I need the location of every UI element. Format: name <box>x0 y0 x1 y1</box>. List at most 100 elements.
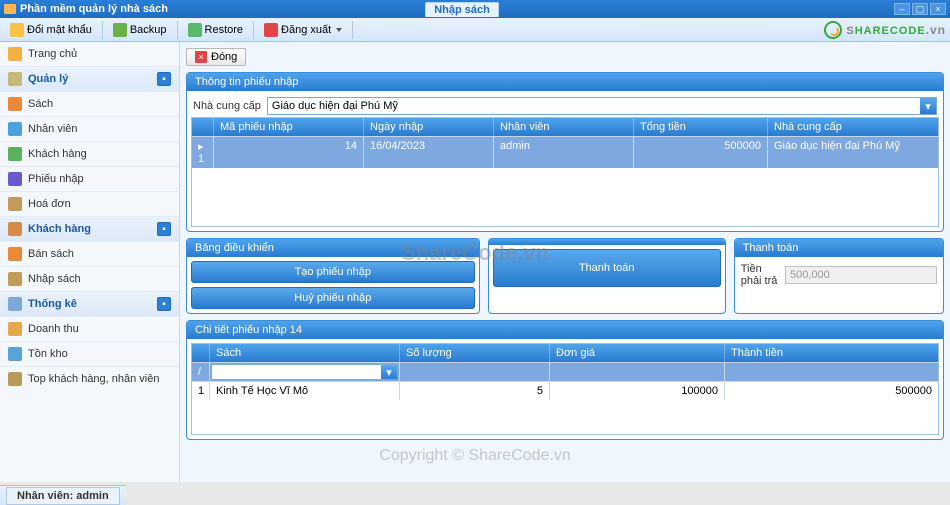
window-minimize-button[interactable]: – <box>894 3 910 15</box>
sidebar-home-label: Trang chủ <box>28 48 77 60</box>
restore-button[interactable]: Restore <box>182 21 250 39</box>
row-id: 14 <box>214 136 364 168</box>
create-import-button[interactable]: Tạo phiếu nhập <box>191 261 475 283</box>
window-restore-button[interactable]: ▢ <box>912 3 928 15</box>
sidebar-manage-label: Quản lý <box>28 73 68 85</box>
sidebar-item-customer[interactable]: Khách hàng <box>0 141 179 166</box>
input-row-lead: / <box>192 362 210 381</box>
brand-logo: SSHARECODEHARECODE.vn <box>824 21 946 39</box>
sidebar-manage-header[interactable]: Quản lý ▪ <box>0 66 179 91</box>
panel-detail-title: Chi tiết phiếu nhập 14 <box>187 321 943 339</box>
grid-header-supplier: Nhà cung cấp <box>768 118 938 136</box>
sell-icon <box>8 247 22 261</box>
logout-label: Đăng xuất <box>281 24 331 36</box>
sidebar-stats-label: Thống kê <box>28 298 77 310</box>
people-icon <box>8 222 22 236</box>
sidebar: Trang chủ Quản lý ▪ Sách Nhân viên Khách … <box>0 42 180 482</box>
restore-icon <box>188 23 202 37</box>
cancel-import-button[interactable]: Huỷ phiếu nhập <box>191 287 475 309</box>
chevron-down-icon <box>336 28 342 32</box>
status-user-cell: Nhân viên: admin <box>6 487 120 505</box>
grid-header-lead <box>192 118 214 136</box>
input-price[interactable] <box>550 362 725 381</box>
app-icon <box>4 4 16 14</box>
sidebar-item-book[interactable]: Sách <box>0 91 179 116</box>
supplier-input[interactable] <box>268 98 920 114</box>
window-titlebar: Phần mềm quản lý nhà sách Nhập sách – ▢ … <box>0 0 950 18</box>
book-input[interactable] <box>212 365 381 379</box>
grid-row-selected[interactable]: ▸ 1 14 16/04/2023 admin 500000 Giáo dục … <box>192 136 938 168</box>
amount-due-field <box>785 266 937 284</box>
backup-icon <box>113 23 127 37</box>
home-icon <box>8 47 22 61</box>
sidebar-item-stock[interactable]: Tồn kho <box>0 341 179 366</box>
detail-row-book: Kinh Tế Học Vĩ Mô <box>210 381 400 400</box>
sidebar-item-revenue[interactable]: Doanh thu <box>0 316 179 341</box>
customer-icon <box>8 147 22 161</box>
panel-payment: Thanh toán Tiền phải trả <box>734 238 944 314</box>
collapse-icon[interactable]: ▪ <box>157 297 171 311</box>
grid-header-total: Tổng tiền <box>634 118 768 136</box>
pay-button[interactable]: Thanh toán <box>493 249 721 287</box>
sidebar-home[interactable]: Trang chủ <box>0 42 179 66</box>
chevron-down-icon[interactable]: ▾ <box>381 365 397 379</box>
panel-import-info: Thông tin phiếu nhập Nhà cung cấp ▾ Mã p… <box>186 72 944 232</box>
sidebar-item-label: Hoá đơn <box>28 198 71 210</box>
sidebar-item-label: Tồn kho <box>28 348 68 360</box>
backup-label: Backup <box>130 24 167 36</box>
grid-header-staff: Nhân viên <box>494 118 634 136</box>
grid2-header-price: Đơn giá <box>550 344 725 362</box>
key-icon <box>10 23 24 37</box>
sidebar-stats-header[interactable]: Thống kê ▪ <box>0 291 179 316</box>
sidebar-item-import[interactable]: Phiếu nhập <box>0 166 179 191</box>
close-icon: × <box>195 51 207 63</box>
panel-payment-title: Thanh toán <box>735 239 943 257</box>
collapse-icon[interactable]: ▪ <box>157 72 171 86</box>
import-icon <box>8 172 22 186</box>
window-close-button[interactable]: × <box>930 3 946 15</box>
detail-grid[interactable]: Sách Số lượng Đơn giá Thành tiền / ▾ <box>191 343 939 435</box>
grid-header-id: Mã phiếu nhập <box>214 118 364 136</box>
manage-icon <box>8 72 22 86</box>
supplier-combo[interactable]: ▾ <box>267 97 937 115</box>
panel-import-info-title: Thông tin phiếu nhập <box>187 73 943 91</box>
restore-label: Restore <box>205 24 244 36</box>
brand-icon <box>824 21 842 39</box>
buy-icon <box>8 272 22 286</box>
detail-row-amount: 500000 <box>725 381 938 400</box>
import-grid[interactable]: Mã phiếu nhập Ngày nhập Nhân viên Tổng t… <box>191 117 939 227</box>
detail-row[interactable]: 1 Kinh Tế Học Vĩ Mô 5 100000 500000 <box>192 381 938 400</box>
panel-controls-left: Bảng điều khiển Tạo phiếu nhập Huỷ phiếu… <box>186 238 480 314</box>
detail-input-row[interactable]: / ▾ <box>192 362 938 381</box>
panel-controls-title: Bảng điều khiển <box>187 239 479 257</box>
input-amount <box>725 362 938 381</box>
sidebar-customer-header[interactable]: Khách hàng▪ <box>0 216 179 241</box>
panel-controls-mid: Thanh toán <box>488 238 726 314</box>
sidebar-item-label: Sách <box>28 98 53 110</box>
row-date: 16/04/2023 <box>364 136 494 168</box>
chevron-down-icon[interactable]: ▾ <box>920 98 936 114</box>
sidebar-item-staff[interactable]: Nhân viên <box>0 116 179 141</box>
book-combo[interactable]: ▾ <box>211 364 398 380</box>
main-toolbar: Đổi mật khẩu Backup Restore Đăng xuất SS… <box>0 18 950 42</box>
close-tab-button[interactable]: × Đóng <box>186 48 246 66</box>
sidebar-item-buy[interactable]: Nhập sách <box>0 266 179 291</box>
sidebar-item-top[interactable]: Top khách hàng, nhân viên <box>0 366 179 391</box>
row-staff: admin <box>494 136 634 168</box>
tab-active[interactable]: Nhập sách <box>425 2 499 17</box>
grid2-header-book: Sách <box>210 344 400 362</box>
row-supplier: Giáo dục hiện đại Phú Mỹ <box>768 136 938 168</box>
close-label: Đóng <box>211 51 237 63</box>
input-qty[interactable] <box>400 362 550 381</box>
sidebar-item-invoice[interactable]: Hoá đơn <box>0 191 179 216</box>
top-icon <box>8 372 22 386</box>
detail-row-qty: 5 <box>400 381 550 400</box>
sidebar-item-sell[interactable]: Bán sách <box>0 241 179 266</box>
logout-icon <box>264 23 278 37</box>
change-password-button[interactable]: Đổi mật khẩu <box>4 21 98 39</box>
collapse-icon[interactable]: ▪ <box>157 222 171 236</box>
grid2-header-qty: Số lượng <box>400 344 550 362</box>
logout-button[interactable]: Đăng xuất <box>258 21 348 39</box>
panel-detail: Chi tiết phiếu nhập 14 Sách Số lượng Đơn… <box>186 320 944 440</box>
backup-button[interactable]: Backup <box>107 21 173 39</box>
